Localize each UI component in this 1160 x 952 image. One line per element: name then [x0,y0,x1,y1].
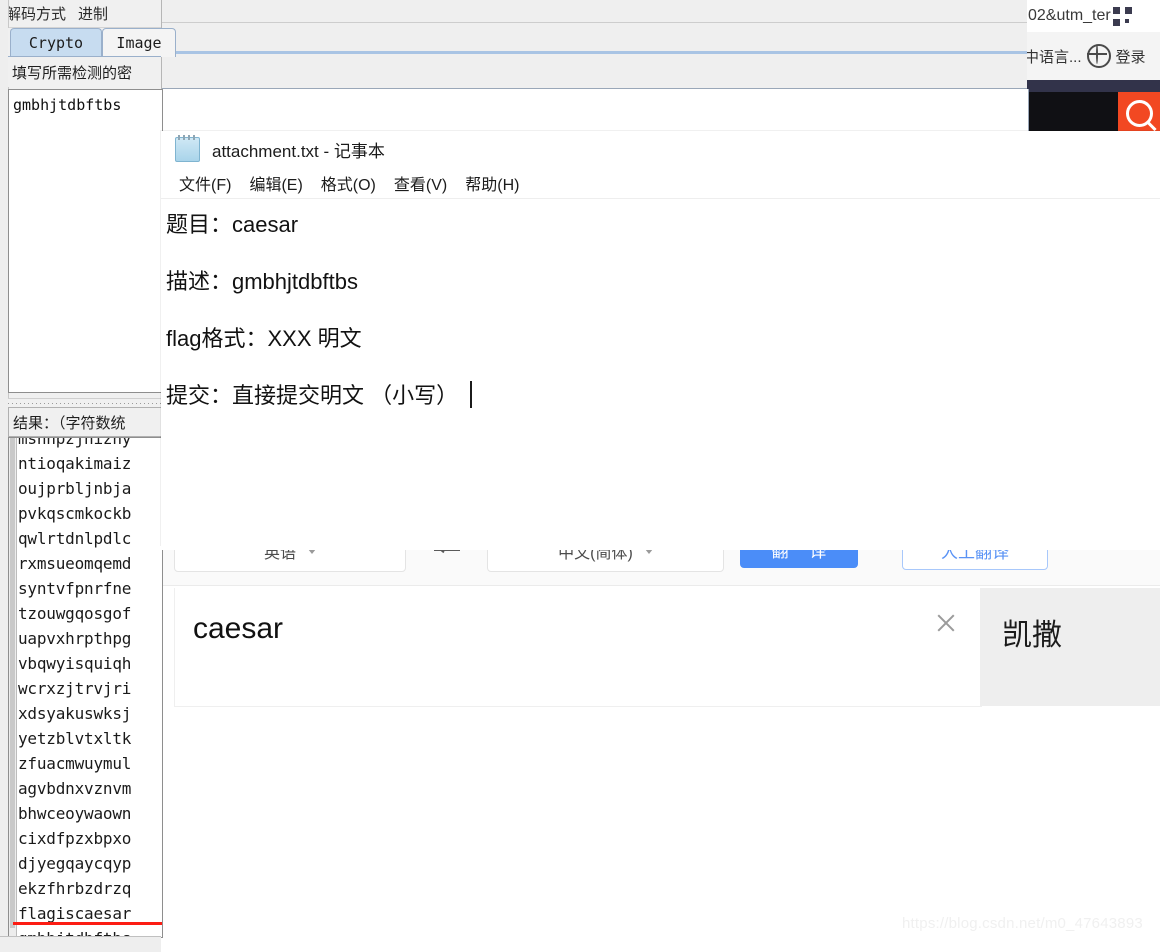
translate-source-textarea[interactable]: caesar [174,588,982,707]
result-row[interactable]: bhwceoywaown [18,801,162,826]
tool-hint-text: 填写所需检测的密 [12,63,133,82]
result-row[interactable]: ntioqakimaiz [18,451,162,476]
result-row[interactable]: vbqwyisquiqh [18,651,162,676]
tab-crypto[interactable]: Crypto [10,28,102,57]
menu-base-convert[interactable]: 进制 [72,3,114,24]
result-list[interactable]: msnnpzjnizhy ntioqakimaiz oujprbljnbja pvkq… [8,437,163,938]
result-row[interactable]: ekzfhrbzdrzq [18,876,162,901]
result-row[interactable]: xdsyakuswksj [18,701,162,726]
background-panel-third [161,54,1027,89]
result-row[interactable]: rxmsueomqemd [18,551,162,576]
result-row[interactable]: zfuacmwuymul [18,751,162,776]
notepad-line-submit-text: 提交：直接提交明文 （小写） [166,383,459,408]
tool-window-status-strip [0,936,161,952]
browser-secondary-toolbar: 中语言... 登录 [1024,32,1160,81]
background-panel-second [161,23,1027,51]
globe-icon[interactable] [1086,44,1111,68]
address-bar-text: 02&utm_ter [1028,7,1111,24]
background-panel-top [161,0,1027,23]
notepad-line-description: 描述：gmbhjtdbftbs [166,269,358,294]
result-row[interactable]: msnnpzjnizhy [18,438,162,451]
notepad-line-flag-format: flag格式：XXX 明文 [166,326,362,351]
translate-result-text: 凯撒 [1002,618,1062,653]
menu-view[interactable]: 查看(V) [385,171,456,195]
language-menu-label[interactable]: 中语言... [1024,46,1082,67]
tool-tabstrip: Crypto Image [8,28,176,57]
tool-menubar: 解码方式 进制 [0,0,161,28]
background-panel-field [161,89,1029,132]
result-row[interactable]: uapvxhrpthpg [18,626,162,651]
notepad-line-title: 题目：caesar [166,212,299,237]
translate-toolbar: 英语 中文(简体) 翻 译 人工翻译 [160,530,1160,586]
result-row[interactable]: djyegqaycqyp [18,851,162,876]
result-list-items: msnnpzjnizhy ntioqakimaiz oujprbljnbja pvkq… [13,438,162,937]
crypto-tool-window: 解码方式 进制 Crypto Image 填写所需检测的密 gmbhjtdbft… [0,0,176,952]
result-row[interactable]: yetzblvtxltk [18,726,162,751]
site-header-bar [1024,80,1160,92]
translate-source-text: caesar [193,612,284,645]
close-icon[interactable] [935,612,957,634]
result-row[interactable]: qwlrtdnlpdlc [18,526,162,551]
notepad-title: attachment.txt - 记事本 [212,142,385,161]
result-label-text: 结果：（字符数统 [13,413,126,432]
site-search-button[interactable] [1118,92,1160,135]
search-icon [1125,100,1153,127]
result-label-bar: 结果：（字符数统 [8,407,163,437]
notepad-line-submit: 提交：直接提交明文 （小写） [166,375,1160,432]
result-row[interactable]: oujprbljnbja [18,476,162,501]
cipher-input-value: gmbhjtdbftbs [13,96,122,114]
result-row[interactable]: tzouwgqosgof [18,601,162,626]
watermark: https://blog.csdn.net/m0_47643893 [902,915,1143,932]
notepad-menubar: 文件(F) 编辑(E) 格式(O) 查看(V) 帮助(H) [161,168,1160,199]
translate-page: 英语 中文(简体) 翻 译 人工翻译 caesar 凯撒 [160,530,1160,951]
translate-result-panel: 凯撒 [980,588,1160,706]
notepad-window: attachment.txt - 记事本 文件(F) 编辑(E) 格式(O) 查… [161,131,1160,550]
result-row[interactable]: agvbdnxvznvm [18,776,162,801]
result-row[interactable]: syntvfpnrfne [18,576,162,601]
result-row[interactable]: pvkqscmkockb [18,501,162,526]
result-row[interactable]: cixdfpzxbpxo [18,826,162,851]
text-caret [470,381,473,408]
menu-decode-method[interactable]: 解码方式 [0,3,72,24]
tab-image[interactable]: Image [102,28,176,57]
menu-format[interactable]: 格式(O) [312,171,385,195]
browser-address-bar[interactable]: 02&utm_ter [1024,0,1160,33]
tool-hint-bar: 填写所需检测的密 [8,56,161,87]
notepad-icon [175,135,200,162]
menu-edit[interactable]: 编辑(E) [240,171,311,195]
cipher-input-textarea[interactable]: gmbhjtdbftbs [8,89,163,393]
menu-help[interactable]: 帮助(H) [456,171,528,195]
qr-code-icon[interactable] [1112,6,1132,26]
result-scrollbar-thumb[interactable] [10,438,15,928]
notepad-titlebar[interactable]: attachment.txt - 记事本 [161,131,1160,168]
result-row[interactable]: wcrxzjtrvjri [18,676,162,701]
menu-file[interactable]: 文件(F) [170,171,240,195]
login-link[interactable]: 登录 [1116,46,1146,67]
result-scrollbar-track[interactable] [9,438,17,937]
notepad-text-area[interactable]: 题目：caesar 描述：gmbhjtdbftbs flag格式：XXX 明文 … [161,199,1160,550]
result-row[interactable]: flagiscaesar [13,901,162,926]
